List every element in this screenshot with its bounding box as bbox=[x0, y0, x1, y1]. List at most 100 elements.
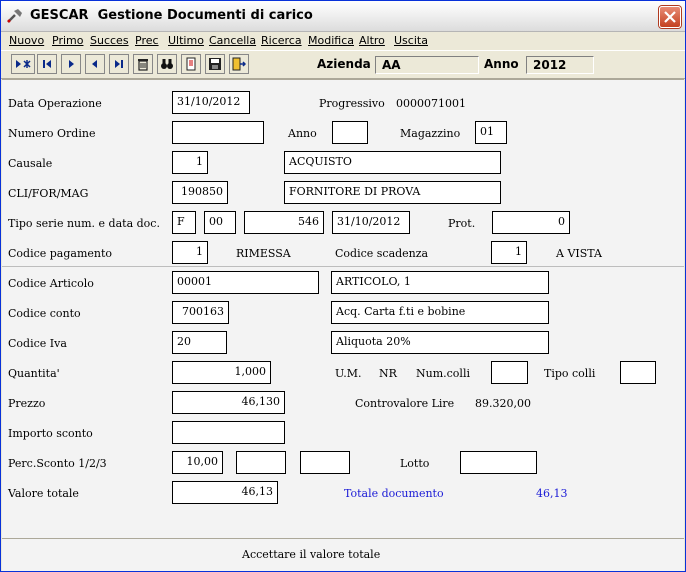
azienda-label: Azienda bbox=[317, 57, 371, 71]
controvalore-value: 89.320,00 bbox=[475, 397, 531, 410]
edit-button[interactable] bbox=[181, 54, 201, 74]
menu-nuovo[interactable]: Nuovo bbox=[9, 34, 44, 47]
last-record-button[interactable] bbox=[109, 54, 129, 74]
cli-for-mag-description: FORNITORE DI PROVA bbox=[284, 181, 501, 204]
new-record-icon bbox=[16, 60, 31, 68]
prot-label: Prot. bbox=[448, 217, 476, 230]
anno-ordine-label: Anno bbox=[288, 127, 317, 140]
causale-label: Causale bbox=[8, 157, 53, 170]
menu-primo[interactable]: Primo bbox=[52, 34, 83, 47]
menu-bar: Nuovo Primo Succes Prec Ultimo Cancella … bbox=[1, 32, 685, 50]
magazzino-label: Magazzino bbox=[400, 127, 461, 140]
pagamento-description: RIMESSA bbox=[236, 247, 291, 260]
num-colli-label: Num.colli bbox=[416, 367, 470, 380]
codice-pagamento-field[interactable]: 1 bbox=[172, 241, 208, 264]
menu-cancella[interactable]: Cancella bbox=[209, 34, 256, 47]
num-colli-field[interactable] bbox=[491, 361, 528, 384]
menu-succes[interactable]: Succes bbox=[90, 34, 129, 47]
quantita-field[interactable]: 1,000 bbox=[172, 361, 271, 384]
codice-iva-field[interactable]: 20 bbox=[172, 331, 227, 354]
codice-iva-label: Codice Iva bbox=[8, 337, 67, 350]
prezzo-label: Prezzo bbox=[8, 397, 46, 410]
iva-description: Aliquota 20% bbox=[331, 331, 549, 354]
menu-ultimo[interactable]: Ultimo bbox=[168, 34, 204, 47]
azienda-value: AA bbox=[375, 56, 479, 74]
anno-ordine-field[interactable] bbox=[332, 121, 368, 144]
data-operazione-label: Data Operazione bbox=[8, 97, 102, 110]
magazzino-field[interactable]: 01 bbox=[475, 121, 507, 144]
progressivo-label: Progressivo bbox=[319, 97, 385, 110]
codice-conto-field[interactable]: 700163 bbox=[172, 301, 229, 324]
next-record-button[interactable] bbox=[61, 54, 81, 74]
um-label: U.M. bbox=[335, 367, 362, 380]
sconto2-field[interactable] bbox=[236, 451, 286, 474]
menu-modifica[interactable]: Modifica bbox=[308, 34, 354, 47]
perc-sconto-label: Perc.Sconto 1/2/3 bbox=[8, 457, 107, 470]
cli-for-mag-code-field[interactable]: 190850 bbox=[172, 181, 228, 204]
section-divider bbox=[2, 266, 684, 267]
causale-description: ACQUISTO bbox=[284, 151, 501, 174]
menu-uscita[interactable]: Uscita bbox=[394, 34, 428, 47]
document-icon bbox=[186, 57, 196, 71]
exit-button[interactable] bbox=[229, 54, 249, 74]
sconto3-field[interactable] bbox=[300, 451, 350, 474]
anno-label: Anno bbox=[484, 57, 519, 71]
close-icon bbox=[664, 11, 676, 23]
articolo-description: ARTICOLO, 1 bbox=[331, 271, 549, 294]
codice-conto-label: Codice conto bbox=[8, 307, 81, 320]
prezzo-field[interactable]: 46,130 bbox=[172, 391, 285, 414]
cli-for-mag-label: CLI/FOR/MAG bbox=[8, 187, 89, 200]
lotto-field[interactable] bbox=[460, 451, 537, 474]
search-button[interactable] bbox=[157, 54, 177, 74]
codice-articolo-field[interactable]: 00001 bbox=[172, 271, 319, 294]
delete-button[interactable] bbox=[133, 54, 153, 74]
title-bar: GESCAR Gestione Documenti di carico bbox=[1, 1, 685, 32]
numero-documento-field[interactable]: 546 bbox=[244, 211, 324, 234]
progressivo-value: 0000071001 bbox=[396, 97, 466, 110]
toolbar: Azienda AA Anno 2012 bbox=[1, 50, 685, 79]
tool-icon bbox=[7, 9, 22, 23]
serie-field[interactable]: 00 bbox=[204, 211, 236, 234]
prot-field[interactable]: 0 bbox=[492, 211, 570, 234]
codice-articolo-label: Codice Articolo bbox=[8, 277, 94, 290]
prev-icon bbox=[92, 60, 97, 68]
importo-sconto-label: Importo sconto bbox=[8, 427, 93, 440]
totale-documento-label: Totale documento bbox=[344, 487, 444, 500]
close-button[interactable] bbox=[659, 6, 681, 28]
numero-ordine-field[interactable] bbox=[172, 121, 264, 144]
sconto1-field[interactable]: 10,00 bbox=[172, 451, 223, 474]
data-documento-field[interactable]: 31/10/2012 bbox=[332, 211, 410, 234]
save-button[interactable] bbox=[205, 54, 225, 74]
quantita-label: Quantita' bbox=[8, 367, 60, 380]
scadenza-description: A VISTA bbox=[556, 247, 602, 260]
trash-icon bbox=[138, 59, 148, 71]
codice-pagamento-label: Codice pagamento bbox=[8, 247, 113, 260]
importo-sconto-field[interactable] bbox=[172, 421, 285, 444]
tipo-field[interactable]: F bbox=[172, 211, 196, 234]
binoculars-icon bbox=[161, 59, 173, 69]
menu-altro[interactable]: Altro bbox=[359, 34, 385, 47]
last-icon bbox=[115, 60, 123, 68]
floppy-disk-icon bbox=[209, 58, 221, 70]
valore-totale-field[interactable]: 46,13 bbox=[172, 481, 278, 504]
exit-door-icon bbox=[232, 57, 246, 71]
first-record-button[interactable] bbox=[37, 54, 57, 74]
totale-documento-value: 46,13 bbox=[536, 487, 568, 500]
tipo-colli-field[interactable] bbox=[620, 361, 656, 384]
window-title: GESCAR Gestione Documenti di carico bbox=[30, 8, 313, 23]
menu-prec[interactable]: Prec bbox=[135, 34, 159, 47]
tipo-serie-label: Tipo serie num. e data doc. bbox=[8, 217, 160, 230]
anno-value: 2012 bbox=[526, 56, 594, 74]
new-record-button[interactable] bbox=[11, 54, 35, 74]
codice-scadenza-label: Codice scadenza bbox=[335, 247, 429, 260]
data-operazione-field[interactable]: 31/10/2012 bbox=[172, 91, 250, 114]
menu-ricerca[interactable]: Ricerca bbox=[261, 34, 302, 47]
tipo-colli-label: Tipo colli bbox=[544, 367, 596, 380]
conto-description: Acq. Carta f.ti e bobine bbox=[331, 301, 549, 324]
causale-code-field[interactable]: 1 bbox=[172, 151, 208, 174]
numero-ordine-label: Numero Ordine bbox=[8, 127, 96, 140]
next-icon bbox=[69, 60, 74, 68]
codice-scadenza-field[interactable]: 1 bbox=[491, 241, 527, 264]
lotto-label: Lotto bbox=[400, 457, 430, 470]
prev-record-button[interactable] bbox=[85, 54, 105, 74]
